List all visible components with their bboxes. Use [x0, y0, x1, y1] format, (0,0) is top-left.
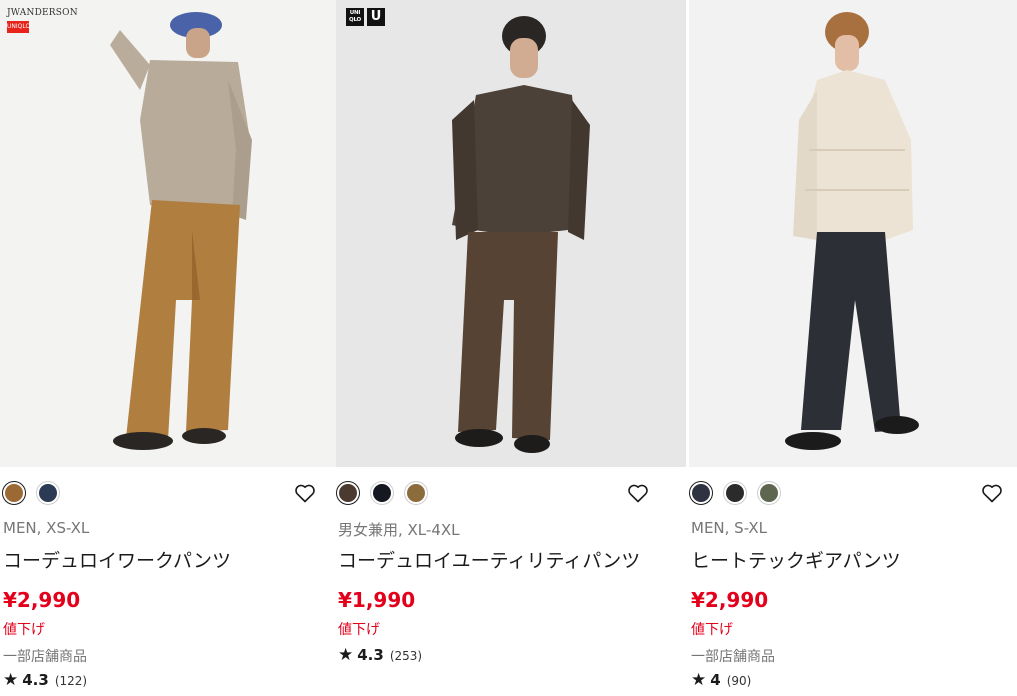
- sale-label: 値下げ: [691, 622, 733, 638]
- rating-score: 4.3: [22, 671, 49, 689]
- stock-label: 一部店舗商品: [691, 649, 775, 665]
- swatch-color: [39, 484, 57, 502]
- star-icon: ★: [338, 645, 354, 665]
- product-name[interactable]: ヒートテックギアパンツ: [691, 546, 901, 573]
- product-image[interactable]: UNI QLO U: [336, 0, 686, 467]
- gender-size: 男女兼用, XL-4XL: [338, 521, 460, 539]
- product-price: ¥2,990: [3, 588, 81, 612]
- heart-outline-icon[interactable]: [980, 481, 1004, 505]
- gender-size: MEN, S-XL: [691, 519, 767, 537]
- product-name[interactable]: コーデュロイワークパンツ: [3, 546, 231, 573]
- uniqlo-logo: UNIQLO: [7, 21, 30, 33]
- product-price: ¥1,990: [338, 588, 416, 612]
- color-swatch[interactable]: [404, 481, 428, 505]
- u-box-logo: U: [367, 8, 385, 26]
- uniqlo-box-logo: UNI QLO: [346, 8, 364, 26]
- swatch-color: [726, 484, 744, 502]
- color-swatch[interactable]: [36, 481, 60, 505]
- rating: ★ 4.3 (253): [338, 645, 422, 665]
- review-count: (253): [389, 649, 423, 663]
- rating-score: 4.3: [357, 646, 384, 664]
- swatch-color: [407, 484, 425, 502]
- product-image[interactable]: JWANDERSON UNIQLO: [0, 0, 336, 467]
- product-card[interactable]: UNI QLO U 男女兼用, XL-4XL コーデュロイユーティリティパンツ …: [336, 0, 689, 696]
- color-swatches: [2, 481, 60, 505]
- heart-outline-icon[interactable]: [293, 481, 317, 505]
- sale-label: 値下げ: [3, 622, 45, 638]
- gender-size: MEN, XS-XL: [3, 519, 90, 537]
- rating: ★ 4.3 (122): [3, 670, 87, 690]
- color-swatch[interactable]: [723, 481, 747, 505]
- color-swatch[interactable]: [757, 481, 781, 505]
- model-photo: [689, 0, 1017, 467]
- star-icon: ★: [3, 670, 19, 690]
- model-photo: [336, 0, 686, 467]
- review-count: (90): [726, 674, 752, 688]
- product-grid: JWANDERSON UNIQLO MEN, XS-XL コーデュロイワークパン…: [0, 0, 1017, 696]
- color-swatches: [689, 481, 781, 505]
- product-image[interactable]: [689, 0, 1017, 467]
- heart-outline-icon[interactable]: [626, 481, 650, 505]
- color-swatch[interactable]: [2, 481, 26, 505]
- review-count: (122): [54, 674, 88, 688]
- sale-label: 値下げ: [338, 622, 380, 638]
- brand-logo: JWANDERSON UNIQLO: [7, 8, 78, 33]
- color-swatches: [336, 481, 428, 505]
- brand-logo-text: JWANDERSON: [7, 8, 78, 18]
- uniqlo-u-logo: UNI QLO U: [346, 8, 385, 26]
- color-swatch[interactable]: [370, 481, 394, 505]
- product-price: ¥2,990: [691, 588, 769, 612]
- model-photo: [0, 0, 336, 467]
- swatch-color: [760, 484, 778, 502]
- product-name[interactable]: コーデュロイユーティリティパンツ: [338, 546, 640, 573]
- product-card[interactable]: MEN, S-XL ヒートテックギアパンツ ¥2,990 値下げ 一部店舗商品 …: [689, 0, 1017, 696]
- color-swatch[interactable]: [689, 481, 713, 505]
- stock-label: 一部店舗商品: [3, 649, 87, 665]
- swatch-color: [5, 484, 23, 502]
- star-icon: ★: [691, 670, 707, 690]
- rating: ★ 4 (90): [691, 670, 751, 690]
- swatch-color: [373, 484, 391, 502]
- swatch-color: [692, 484, 710, 502]
- color-swatch[interactable]: [336, 481, 360, 505]
- swatch-color: [339, 484, 357, 502]
- rating-score: 4: [710, 671, 721, 689]
- product-card[interactable]: JWANDERSON UNIQLO MEN, XS-XL コーデュロイワークパン…: [0, 0, 336, 696]
